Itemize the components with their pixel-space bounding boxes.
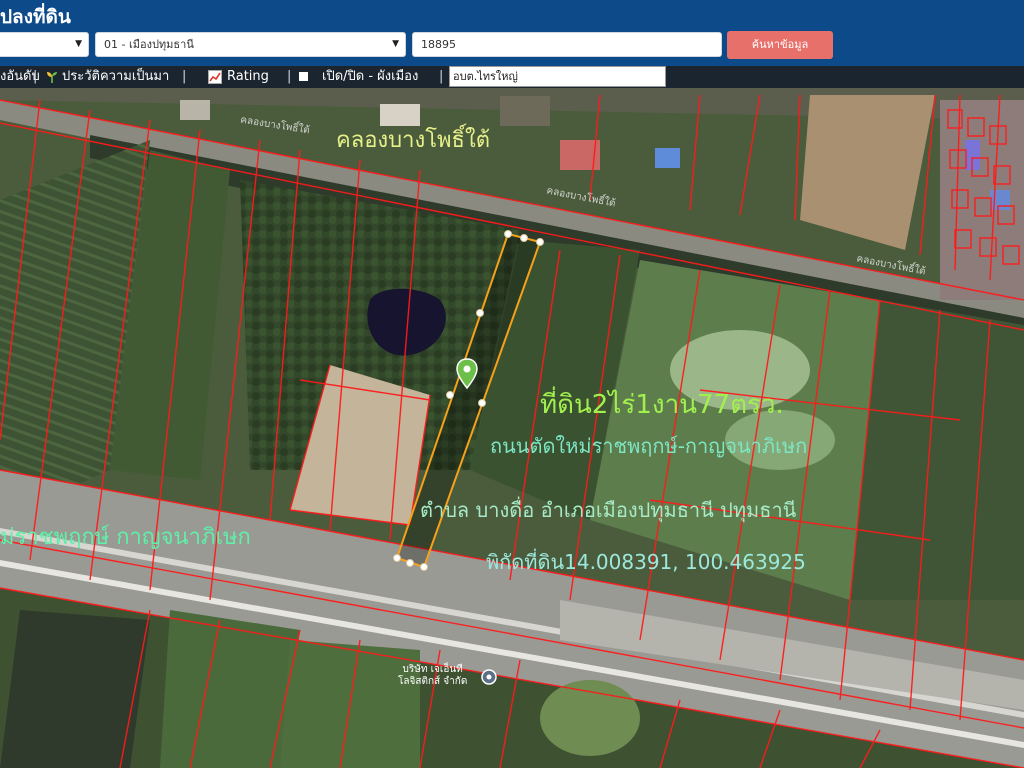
- chevron-down-icon: ▼: [392, 39, 399, 49]
- poi-label-line2: โลจิสติกส์ จำกัด: [398, 676, 468, 687]
- toolbar-item-history-label: ประวัติความเป็นมา: [62, 69, 170, 84]
- poi-label-line1: บริษัท เจเอ็นที: [402, 664, 463, 675]
- district-value: 01 - เมืองปทุมธานี: [104, 38, 194, 51]
- toolbar-separator: |: [182, 69, 187, 84]
- toolbar-separator: |: [33, 69, 38, 84]
- canal-label: คลองบางโพธิ์ใต้: [336, 128, 490, 153]
- toolbar-separator: |: [287, 69, 292, 84]
- toolbar-item-rating[interactable]: Rating: [208, 67, 269, 87]
- organization-input[interactable]: อบต.ไทรใหญ่: [449, 66, 666, 87]
- toolbar-item-history[interactable]: ประวัติความเป็นมา: [45, 67, 169, 87]
- highway-label: ม่ราชพฤกษ์ กาญจนาภิเษก: [0, 525, 251, 550]
- land-size-annotation: ที่ดิน2ไร่1งาน77ตรว.: [540, 390, 784, 420]
- checkbox-icon[interactable]: [299, 72, 308, 81]
- toolbar-item-cityplan[interactable]: เปิด/ปิด - ผังเมือง: [299, 67, 418, 87]
- chevron-down-icon: ▼: [75, 39, 82, 49]
- map-imagery: [0, 88, 1024, 768]
- location-annotation: ตำบล บางดื่อ อำเภอเมืองปทุมธานี ปทุมธานี: [420, 498, 797, 522]
- parcel-number-value: 18895: [421, 38, 456, 51]
- poi-label[interactable]: บริษัท เจเอ็นที โลจิสติกส์ จำกัด: [398, 664, 467, 688]
- road-name-annotation: ถนนตัดใหม่ราชพฤกษ์-กาญจนาภิเษก: [490, 434, 808, 458]
- parcel-number-input[interactable]: 18895: [412, 32, 722, 57]
- coordinates-annotation: พิกัดที่ดิน14.008391, 100.463925: [486, 550, 806, 574]
- satellite-map[interactable]: คลองบางโพธิ์ใต้ คลองบางโพธิ์ใต้ คลองบางโ…: [0, 88, 1024, 768]
- app-header: ปลงที่ดิน ▼ 01 - เมืองปทุมธานี ▼ 18895 ค…: [0, 0, 1024, 66]
- page-title: ปลงที่ดิน: [0, 6, 71, 28]
- rating-chart-icon: [208, 69, 222, 84]
- poi-marker-icon[interactable]: [481, 669, 497, 685]
- province-select[interactable]: ▼: [0, 32, 89, 57]
- toolbar-item-cityplan-label: เปิด/ปิด - ผังเมือง: [322, 69, 419, 84]
- sprout-icon: [47, 71, 57, 83]
- district-select[interactable]: 01 - เมืองปทุมธานี ▼: [95, 32, 406, 57]
- toolbar-item-rating-label: Rating: [227, 69, 269, 84]
- toolbar-separator: |: [439, 69, 444, 84]
- search-button[interactable]: ค้นหาข้อมูล: [727, 31, 833, 59]
